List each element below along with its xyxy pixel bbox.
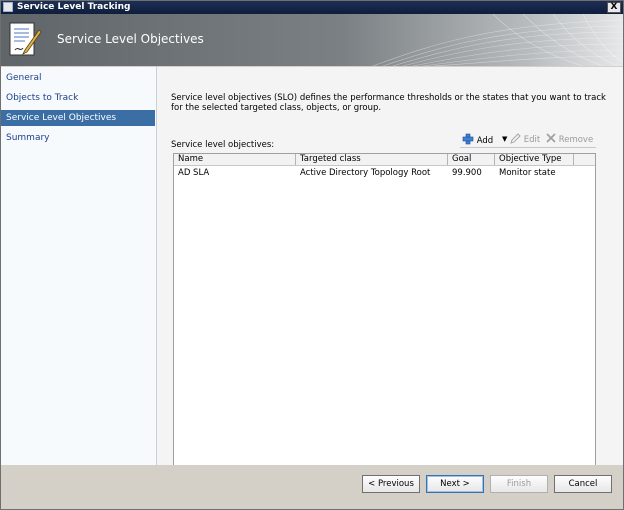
cell-goal: 99.900	[452, 168, 482, 178]
page-title: Service Level Objectives	[57, 32, 204, 46]
wizard-nav: General Objects to Track Service Level O…	[1, 67, 157, 465]
table-row[interactable]: AD SLA Active Directory Topology Root 99…	[174, 167, 595, 179]
column-header-name[interactable]: Name	[174, 154, 296, 165]
cell-targeted-class: Active Directory Topology Root	[300, 168, 431, 178]
title-bar[interactable]: Service Level Tracking X	[1, 1, 623, 14]
cancel-button[interactable]: Cancel	[554, 475, 612, 493]
close-button[interactable]: X	[607, 2, 621, 13]
wizard-footer: < Previous Next > Finish Cancel	[1, 465, 623, 509]
document-pen-icon	[9, 22, 42, 56]
column-header-targeted-class[interactable]: Targeted class	[296, 154, 448, 165]
app-icon	[3, 2, 13, 12]
finish-button[interactable]: Finish	[490, 475, 548, 493]
wizard-window: Service Level Tracking X Service Level O…	[0, 0, 624, 510]
nav-item-general[interactable]: General	[1, 70, 155, 86]
edit-button[interactable]: Edit	[510, 133, 540, 146]
add-dropdown-arrow-icon[interactable]: ▼	[502, 133, 507, 146]
column-header-objective-type[interactable]: Objective Type	[495, 154, 574, 165]
remove-button[interactable]: Remove	[546, 133, 593, 146]
pencil-icon	[510, 133, 521, 144]
edit-label: Edit	[523, 135, 541, 145]
nav-item-service-level-objectives[interactable]: Service Level Objectives	[1, 110, 155, 126]
column-header-goal[interactable]: Goal	[448, 154, 495, 165]
add-button[interactable]: Add	[462, 133, 493, 146]
table-header: Name Targeted class Goal Objective Type	[174, 154, 595, 166]
content-panel: Service level objectives (SLO) defines t…	[157, 67, 623, 509]
slo-toolbar: Add ▼ Edit Remove	[460, 132, 596, 148]
previous-button[interactable]: < Previous	[362, 475, 420, 493]
add-label: Add	[476, 136, 494, 146]
next-button[interactable]: Next >	[426, 475, 484, 493]
window-title: Service Level Tracking	[17, 2, 131, 12]
add-icon	[462, 133, 474, 145]
remove-label: Remove	[558, 135, 594, 145]
remove-x-icon	[546, 133, 556, 143]
nav-item-summary[interactable]: Summary	[1, 130, 155, 146]
slo-list-label: Service level objectives:	[171, 140, 275, 150]
nav-item-objects-to-track[interactable]: Objects to Track	[1, 90, 155, 106]
wizard-header: Service Level Objectives	[1, 14, 623, 66]
cell-name: AD SLA	[178, 168, 210, 178]
header-wave-decoration	[373, 14, 623, 66]
description-text: Service level objectives (SLO) defines t…	[171, 93, 606, 113]
cell-objective-type: Monitor state	[499, 168, 556, 178]
slo-table[interactable]: Name Targeted class Goal Objective Type …	[173, 153, 596, 509]
